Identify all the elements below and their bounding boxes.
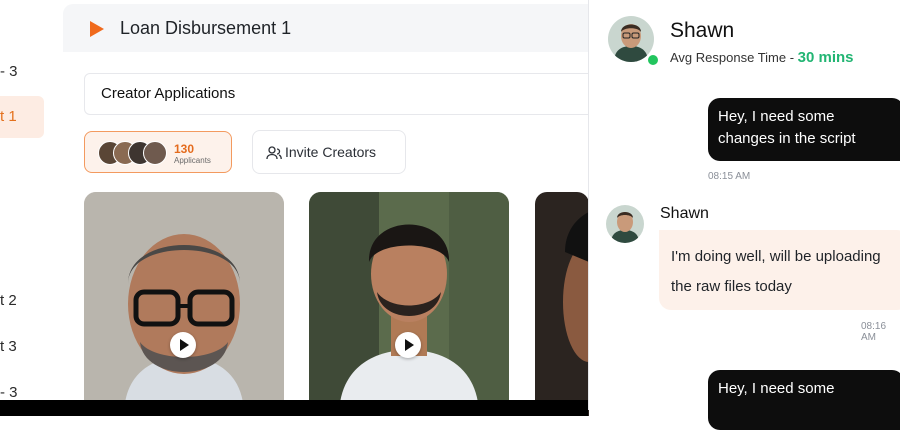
applicant-avatars <box>98 141 168 165</box>
message-time: 08:16 AM <box>861 321 887 343</box>
sidebar-item[interactable]: t 2 <box>0 292 17 309</box>
creator-thumbnail <box>309 192 509 416</box>
campaign-header: Loan Disbursement 1 <box>63 4 623 52</box>
message-text: I'm doing well, will be uploading the ra… <box>671 248 881 295</box>
message-text: Hey, I need some <box>718 380 835 397</box>
sidebar-item[interactable]: - 3 <box>0 384 18 401</box>
invite-users-icon <box>266 146 282 160</box>
avatar <box>606 205 644 243</box>
avg-response-label: Avg Response Time - <box>670 50 798 65</box>
message-sender: Shawn <box>660 205 709 222</box>
video-play-icon[interactable] <box>395 332 421 358</box>
sidebar-item[interactable]: t 3 <box>0 338 17 355</box>
avg-response-value: 30 mins <box>797 49 854 66</box>
creator-video-card[interactable] <box>309 192 509 416</box>
received-message: I'm doing well, will be uploading the ra… <box>659 230 900 310</box>
sent-message: Hey, I need some changes in the script <box>708 98 900 161</box>
online-status-icon <box>646 53 660 67</box>
video-play-icon[interactable] <box>170 332 196 358</box>
section-title: Creator Applications <box>101 85 236 102</box>
applicants-button[interactable]: 130 Applicants <box>84 131 232 173</box>
sent-message: Hey, I need some <box>708 370 900 430</box>
creator-thumbnail <box>535 192 589 416</box>
applicants-count: 130 <box>174 142 195 156</box>
message-time: 08:15 AM <box>708 171 751 182</box>
page-title: Loan Disbursement 1 <box>120 18 292 38</box>
applicants-label: Applicants <box>174 156 211 165</box>
bottom-bar <box>0 400 588 416</box>
sidebar-item-label: t 1 <box>0 108 17 125</box>
invite-creators-button[interactable]: Invite Creators <box>252 130 406 174</box>
play-icon <box>90 21 104 37</box>
avg-response-time: Avg Response Time - 30 mins <box>670 49 854 66</box>
campaign-panel: Loan Disbursement 1 Creator Applications… <box>63 4 623 416</box>
avatar <box>143 141 167 165</box>
section-header: Creator Applications <box>84 73 606 115</box>
sidebar-item[interactable]: - 3 <box>0 63 18 80</box>
creator-thumbnail <box>84 192 284 416</box>
invite-creators-label: Invite Creators <box>285 144 377 160</box>
creator-video-card[interactable] <box>84 192 284 416</box>
creator-video-card[interactable] <box>535 192 589 416</box>
content-card: Creator Applications 130 Applicants Invi… <box>63 52 623 416</box>
sidebar-item-active[interactable]: t 1 <box>0 96 44 138</box>
message-text: Hey, I need some changes in the script <box>718 108 856 147</box>
chat-contact-name: Shawn <box>670 19 735 42</box>
chat-panel: Shawn Avg Response Time - 30 mins Hey, I… <box>588 0 900 430</box>
